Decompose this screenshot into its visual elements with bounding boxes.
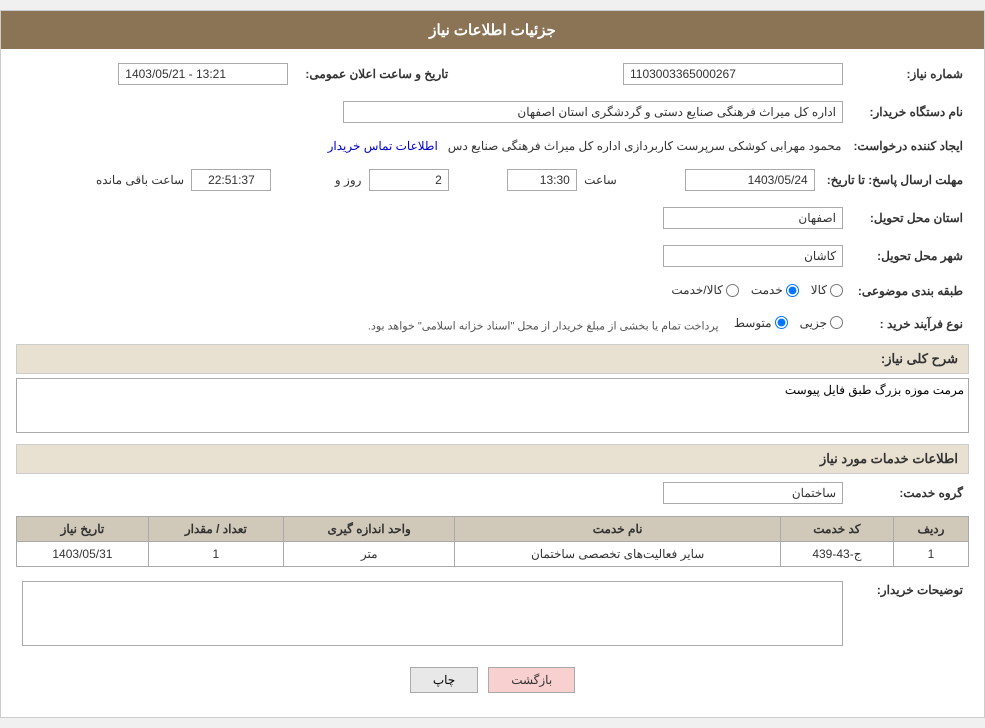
response-time: 13:30 [507,169,577,191]
response-deadline-label: مهلت ارسال پاسخ: تا تاریخ: [821,165,969,195]
buyer-notes-textarea[interactable] [22,581,843,646]
print-button[interactable]: چاپ [410,667,478,693]
table-cell-code: ج-43-439 [780,542,893,567]
buyer-org-label: نام دستگاه خریدار: [849,97,969,127]
city-label: شهر محل تحویل: [849,241,969,271]
service-group-label: گروه خدمت: [849,478,969,508]
process-motvaset-label: متوسط [734,316,772,330]
process-label: نوع فرآیند خرید : [849,312,969,337]
creator-value: محمود مهرابی کوشکی سرپرست کاربردازی ادار… [448,139,842,153]
category-khedmat: خدمت [751,283,799,297]
category-kala-label: کالا [811,283,827,297]
creator-contact-link[interactable]: اطلاعات تماس خریدار [328,139,438,153]
process-note: پرداخت تمام یا بخشی از مبلغ خریدار از مح… [368,320,719,332]
page-title: جزئیات اطلاعات نیاز [1,11,984,49]
process-jozi: جزیی [800,316,843,330]
creator-label: ایجاد کننده درخواست: [847,135,969,157]
table-cell-qty: 1 [148,542,283,567]
response-date: 1403/05/24 [685,169,815,191]
back-button[interactable]: بازگشت [488,667,575,693]
need-number-value: 1103003365000267 [623,63,843,85]
buyer-org-value: اداره کل میراث فرهنگی صنایع دستی و گردشگ… [343,101,843,123]
need-description-section-label: شرح کلی نیاز: [16,344,969,374]
response-remaining: 22:51:37 [191,169,271,191]
table-cell-date: 1403/05/31 [17,542,149,567]
response-days: 2 [369,169,449,191]
city-value: کاشان [663,245,843,267]
buyer-notes-label: توضیحات خریدار: [849,577,969,653]
announce-date-label: تاریخ و ساعت اعلان عمومی: [294,59,454,89]
process-motvaset: متوسط [734,316,788,330]
category-kala-khedmat-radio[interactable] [726,284,739,297]
category-kala-radio[interactable] [830,284,843,297]
category-kala: کالا [811,283,843,297]
response-remaining-label: ساعت باقی مانده [96,173,184,187]
table-cell-row: 1 [893,542,968,567]
response-time-label: ساعت [584,173,617,187]
province-value: اصفهان [663,207,843,229]
process-motvaset-radio[interactable] [775,316,788,329]
table-header-qty: تعداد / مقدار [148,517,283,542]
need-number-label: شماره نیاز: [849,59,969,89]
table-header-name: نام خدمت [455,517,780,542]
table-header-date: تاریخ نیاز [17,517,149,542]
table-cell-unit: متر [283,542,454,567]
table-header-unit: واحد اندازه گیری [283,517,454,542]
services-section-label: اطلاعات خدمات مورد نیاز [16,444,969,474]
response-days-label: روز و [335,173,362,187]
category-kala-khedmat: کالا/خدمت [671,283,738,297]
announce-date-value: 1403/05/21 - 13:21 [118,63,288,85]
process-jozi-radio[interactable] [830,316,843,329]
table-row: 1 ج-43-439 سایر فعالیت‌های تخصصی ساختمان… [17,542,969,567]
category-label: طبقه بندی موضوعی: [849,279,969,304]
table-cell-name: سایر فعالیت‌های تخصصی ساختمان [455,542,780,567]
category-khedmat-radio[interactable] [786,284,799,297]
service-group-value: ساختمان [663,482,843,504]
process-jozi-label: جزیی [800,316,827,330]
need-description-textarea[interactable] [16,378,969,433]
province-label: استان محل تحویل: [849,203,969,233]
table-header-row: ردیف [893,517,968,542]
table-header-code: کد خدمت [780,517,893,542]
category-kala-khedmat-label: کالا/خدمت [671,283,722,297]
category-khedmat-label: خدمت [751,283,783,297]
